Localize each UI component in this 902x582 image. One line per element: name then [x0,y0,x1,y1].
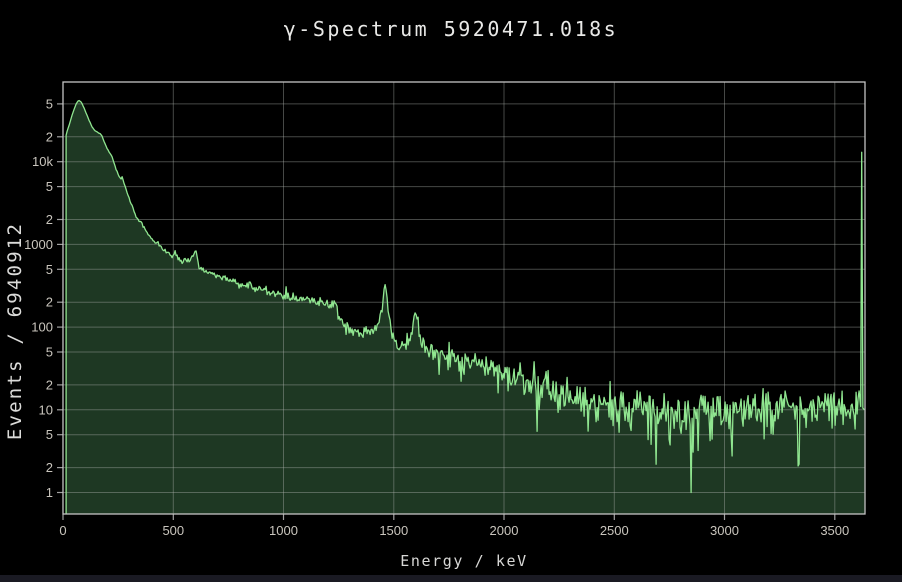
y-tick-label: 100 [31,320,53,335]
x-tick-label: 1500 [379,523,408,538]
y-axis-label: Events / 6940912 [4,222,26,440]
x-tick-label: 1000 [269,523,298,538]
y-tick-label: 2 [46,460,53,475]
x-tick-label: 500 [162,523,184,538]
y-tick-label: 5 [46,427,53,442]
y-tick-label: 10k [32,154,53,169]
x-tick-label: 3500 [820,523,849,538]
y-tick-label: 10 [39,402,53,417]
y-tick-label: 2 [46,377,53,392]
x-tick-label: 2000 [490,523,519,538]
y-tick-label: 1 [46,485,53,500]
y-tick-label: 2 [46,129,53,144]
x-tick-label: 3000 [710,523,739,538]
x-tick-label: 2500 [600,523,629,538]
x-axis-label: Energy / keV [400,552,528,570]
x-tick-label: 0 [59,523,66,538]
y-tick-label: 1000 [24,237,53,252]
y-tick-label: 2 [46,212,53,227]
y-tick-label: 5 [46,179,53,194]
y-tick-label: 5 [46,345,53,360]
spectrum-plot-area[interactable]: 1 2 5 10 2 5 100 2 5 1000 2 5 10k 2 5 0 500 1000 1500 2000 2… [0,0,902,582]
bottom-bar [0,575,902,582]
y-tick-label: 5 [46,96,53,111]
spectrum-area-fill [66,101,864,514]
y-tick-label: 5 [46,262,53,277]
y-tick-label: 2 [46,295,53,310]
